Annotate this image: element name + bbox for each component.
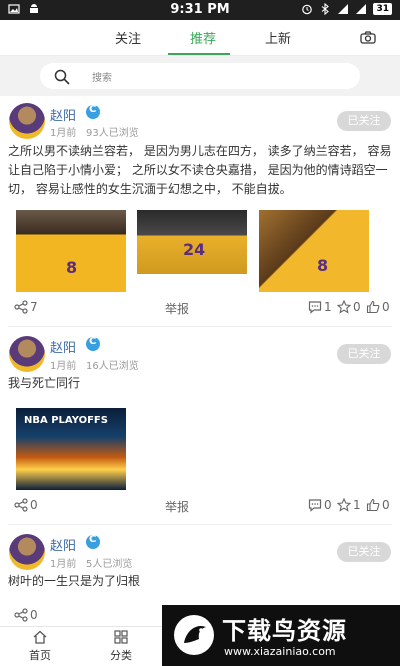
follow-button[interactable]: 已关注 <box>337 344 391 364</box>
post-image[interactable]: 8 <box>16 210 126 292</box>
search-bar-area: 搜索 <box>0 56 400 96</box>
follow-button[interactable]: 已关注 <box>337 542 391 562</box>
verified-badge-icon <box>86 336 100 351</box>
comment-icon <box>308 499 322 512</box>
nav-category[interactable]: 分类 <box>96 629 146 663</box>
thumbs-up-icon <box>366 498 380 512</box>
post-views: 93人已浏览 <box>86 128 139 139</box>
nav-category-label: 分类 <box>110 649 132 662</box>
follow-button[interactable]: 已关注 <box>337 111 391 131</box>
comment-count: 1 <box>324 300 332 314</box>
avatar[interactable] <box>9 534 45 570</box>
signal-2-icon <box>356 4 367 14</box>
search-placeholder: 搜索 <box>92 73 112 84</box>
star-icon <box>337 300 351 314</box>
post-image[interactable]: NBA PLAYOFFS <box>16 408 126 490</box>
status-right-icons: 31 <box>301 3 392 15</box>
share-count: 7 <box>30 300 38 314</box>
tab-new[interactable]: 上新 <box>265 28 291 47</box>
share-action[interactable]: 7 <box>14 300 38 314</box>
comment-action[interactable]: 1 <box>308 300 332 314</box>
post-time: 1月前 <box>50 128 77 139</box>
watermark-url: www.xiazainiao.com <box>224 645 336 658</box>
home-icon <box>33 630 47 644</box>
nav-home-label: 首页 <box>29 649 51 662</box>
tab-recommended[interactable]: 推荐 <box>190 28 216 47</box>
post-actions: 0 举报 0 1 0 <box>0 498 400 518</box>
like-count: 0 <box>382 498 390 512</box>
post-time: 1月前 <box>50 559 77 570</box>
avatar[interactable] <box>9 103 45 139</box>
post-views: 16人已浏览 <box>86 361 139 372</box>
favorite-action[interactable]: 1 <box>337 498 361 512</box>
watermark-banner: 下载鸟资源 www.xiazainiao.com <box>162 605 400 666</box>
jersey-graphic: 8 <box>317 256 329 275</box>
share-action[interactable]: 0 <box>14 608 38 622</box>
post-username[interactable]: 赵阳 <box>50 105 76 124</box>
post-text: 之所以男不读纳兰容若， 是因为男儿志在四方， 读多了纳兰容若， 容易让自己陷于小… <box>8 144 392 196</box>
report-link[interactable]: 举报 <box>165 300 189 317</box>
nav-home[interactable]: 首页 <box>15 629 65 663</box>
share-count: 0 <box>30 498 38 512</box>
post-image[interactable]: 24 <box>137 210 247 274</box>
signal-icon <box>338 4 349 14</box>
post-username[interactable]: 赵阳 <box>50 535 76 554</box>
star-icon <box>337 498 351 512</box>
image-caption: NBA PLAYOFFS <box>24 415 108 426</box>
like-action[interactable]: 0 <box>366 300 390 314</box>
post-divider <box>8 326 392 327</box>
alarm-icon <box>302 4 313 15</box>
grid-icon <box>114 630 128 644</box>
bluetooth-icon <box>322 3 330 15</box>
post-views: 5人已浏览 <box>86 559 133 570</box>
post-divider <box>8 524 392 525</box>
star-count: 1 <box>353 498 361 512</box>
thumbs-up-icon <box>366 300 380 314</box>
share-action[interactable]: 0 <box>14 498 38 512</box>
report-link[interactable]: 举报 <box>165 498 189 515</box>
share-count: 0 <box>30 608 38 622</box>
bird-logo-icon <box>174 615 214 655</box>
verified-badge-icon <box>86 534 100 549</box>
jersey-graphic: 8 <box>66 258 78 277</box>
post-text: 树叶的一生只是为了归根 <box>8 574 141 588</box>
share-icon <box>14 498 28 512</box>
jersey-graphic: 24 <box>183 240 206 259</box>
search-input[interactable]: 搜索 <box>40 63 360 89</box>
comment-action[interactable]: 0 <box>308 498 332 512</box>
comment-count: 0 <box>324 498 332 512</box>
favorite-action[interactable]: 0 <box>337 300 361 314</box>
camera-icon[interactable] <box>360 31 376 44</box>
post-card[interactable]: 赵阳 1月前 93人已浏览 已关注 之所以男不读纳兰容若， 是因为男儿志在四方，… <box>0 100 400 327</box>
verified-badge-icon <box>86 104 100 119</box>
active-tab-indicator <box>168 53 230 55</box>
share-icon <box>14 608 28 622</box>
status-bar: 9:31 PM 31 <box>0 0 400 20</box>
comment-icon <box>308 301 322 314</box>
post-text: 我与死亡同行 <box>8 376 81 390</box>
watermark-title: 下载鸟资源 <box>222 617 347 645</box>
post-card[interactable]: 赵阳 1月前 16人已浏览 已关注 我与死亡同行 NBA PLAYOFFS 0 … <box>0 334 400 525</box>
avatar[interactable] <box>9 336 45 372</box>
search-icon <box>54 69 70 85</box>
post-actions: 7 举报 1 0 0 <box>0 300 400 320</box>
post-time: 1月前 <box>50 361 77 372</box>
star-count: 0 <box>353 300 361 314</box>
post-image[interactable]: 8 <box>259 210 369 292</box>
like-count: 0 <box>382 300 390 314</box>
like-action[interactable]: 0 <box>366 498 390 512</box>
share-icon <box>14 300 28 314</box>
top-tabs: 关注 推荐 上新 <box>0 20 400 56</box>
battery-indicator: 31 <box>373 3 392 15</box>
post-username[interactable]: 赵阳 <box>50 337 76 356</box>
tab-following[interactable]: 关注 <box>115 28 141 47</box>
